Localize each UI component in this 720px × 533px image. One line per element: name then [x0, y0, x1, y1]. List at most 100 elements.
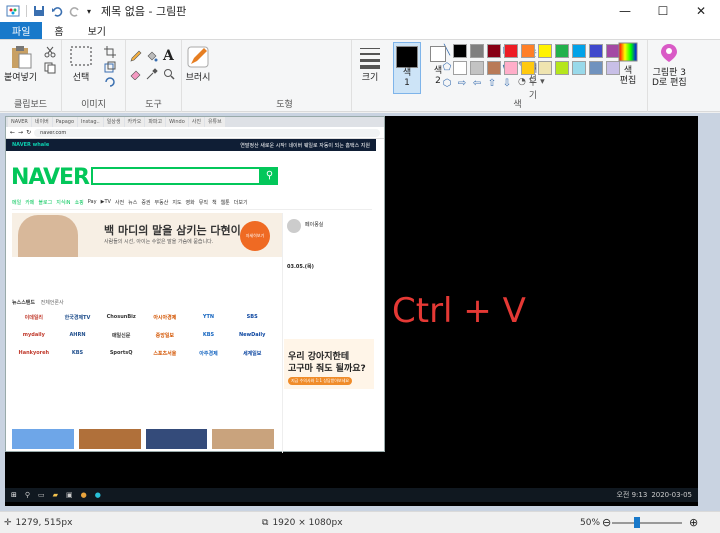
- tab-view[interactable]: 보기: [76, 22, 118, 39]
- naver-menu-item: 뮤직: [198, 200, 208, 206]
- canvas-area[interactable]: NAVER 네이버 Papago Instag.. 일상생 카카오 파파고 Windo 사진 유튜…: [0, 113, 720, 511]
- naver-logo: NAVER: [11, 165, 90, 190]
- color1-label: 색 1: [402, 68, 412, 88]
- paste-button[interactable]: 붙여넣기: [4, 44, 37, 83]
- palette-swatch[interactable]: [555, 44, 569, 58]
- pasted-screenshot[interactable]: NAVER 네이버 Papago Instag.. 일상생 카카오 파파고 Windo 사진 유튜…: [5, 116, 698, 506]
- naver-menu-item: Pay: [87, 199, 97, 205]
- image-dimensions: ⧉ 1920 × 1080px: [262, 518, 343, 528]
- dimensions-text: 1920 × 1080px: [272, 517, 343, 528]
- save-icon[interactable]: [33, 5, 45, 17]
- crop-icon[interactable]: [104, 46, 116, 58]
- newsstand-brand: 아시아경제: [153, 315, 177, 321]
- newsstand-brand: 중앙일보: [155, 333, 175, 339]
- tab-file[interactable]: 파일: [0, 22, 43, 39]
- resize-icon[interactable]: [104, 61, 116, 73]
- clipboard-group: 붙여넣기 클립보드: [0, 40, 62, 112]
- newsstand-brand: mydaily: [22, 332, 45, 338]
- address-bar: ← → ↻ naver.com: [6, 127, 384, 139]
- zoom-in-icon[interactable]: ⊕: [689, 516, 698, 529]
- palette-swatch[interactable]: [504, 44, 518, 58]
- newsstand-brand: YTN: [202, 314, 215, 320]
- tab-home[interactable]: 홈: [42, 22, 75, 39]
- redo-icon[interactable]: [69, 5, 81, 17]
- color2-swatch: [430, 46, 446, 62]
- brush-button[interactable]: 브러시: [185, 44, 211, 83]
- fill-icon[interactable]: [146, 50, 158, 62]
- palette-swatch[interactable]: [470, 44, 484, 58]
- newsstand-brand: KBS: [71, 350, 84, 356]
- zoom-slider-thumb[interactable]: [634, 517, 640, 528]
- paint3d-icon: [661, 44, 678, 62]
- zoom-slider[interactable]: [612, 522, 682, 524]
- whale-message: 연말정산 새로운 시작! 네이버 웨일로 자동이 되는 홈택스 지원: [240, 142, 370, 149]
- palette-swatch[interactable]: [453, 61, 467, 75]
- select-icon: [70, 46, 92, 66]
- banner-child-image: [18, 215, 78, 257]
- color2-button[interactable]: 색 2: [426, 46, 450, 86]
- text-icon[interactable]: A: [163, 48, 174, 64]
- windows-taskbar: ⊞ ⚲ ▭ ▰ ▣ ● ● 오전 9:13 2020-03-05: [5, 488, 698, 502]
- naver-banner: 백 마디의 말을 삼키는 다현이 사람들의 시선, 아이는 수없은 말을 가슴에…: [12, 213, 282, 257]
- banner-subtitle: 사람들의 시선, 아이는 수없은 말을 가슴에 묻습니다.: [104, 239, 214, 245]
- magnifier-icon[interactable]: [163, 68, 175, 80]
- palette-swatch[interactable]: [572, 61, 586, 75]
- palette-swatch[interactable]: [538, 61, 552, 75]
- tray-date: 2020-03-05: [651, 491, 692, 499]
- minimize-button[interactable]: —: [606, 0, 644, 22]
- zoom-out-icon[interactable]: ⊖: [602, 516, 611, 529]
- palette-swatch[interactable]: [453, 44, 467, 58]
- newsstand-brand: ChosunBiz: [106, 314, 136, 320]
- color-picker-icon[interactable]: [146, 68, 158, 80]
- naver-menu-item: 웹툰: [220, 200, 230, 206]
- user-name: 페이몽실: [305, 222, 324, 228]
- customize-qa-icon[interactable]: ▾: [87, 7, 91, 16]
- pencil-icon[interactable]: [130, 50, 142, 62]
- naver-menu-item: 부동산: [154, 200, 169, 206]
- folder-icon: ▰: [52, 491, 59, 499]
- date-text: 03.05.(목): [287, 264, 314, 270]
- edit-colors-button[interactable]: 색 편집: [618, 42, 638, 86]
- newsstand-brand: 아주경제: [199, 351, 218, 357]
- brush-label: 브러시: [185, 73, 211, 83]
- cursor-coords: 1279, 515px: [15, 517, 73, 528]
- naver-page: NAVER whale 연말정산 새로운 시작! 네이버 웨일로 자동이 되는 …: [6, 139, 376, 453]
- palette-swatch[interactable]: [572, 44, 586, 58]
- palette-swatch[interactable]: [538, 44, 552, 58]
- newsstand-brand: SportsQ: [109, 350, 133, 356]
- eraser-icon[interactable]: [130, 68, 142, 80]
- color1-button[interactable]: 색 1: [393, 42, 421, 94]
- palette-swatch[interactable]: [487, 61, 501, 75]
- shapes-group: ╲∿◯▭▢ ⬠△◺◇⬟ ⬡⇨⇦⇧⇩ ✎윤곽선▾ ◔채우기▾ 도형: [218, 40, 545, 112]
- naver-menu: 메일 카페 블로그 지식iN 쇼핑 Pay ▶TV 사전 뉴스 증권 부동산 지도 영화 뮤직 책 웹툰 더보기: [12, 199, 372, 210]
- undo-icon[interactable]: [51, 5, 63, 17]
- store-icon: ▣: [66, 491, 73, 499]
- newsstand-brand: AHRN: [69, 332, 86, 338]
- palette-swatch[interactable]: [555, 61, 569, 75]
- palette-swatch[interactable]: [521, 61, 535, 75]
- palette-swatch[interactable]: [504, 61, 518, 75]
- palette-swatch[interactable]: [487, 44, 501, 58]
- cut-icon[interactable]: [44, 46, 56, 58]
- palette-swatch[interactable]: [470, 61, 484, 75]
- user-avatar: [287, 219, 301, 233]
- palette-swatch[interactable]: [589, 61, 603, 75]
- colors-group-label: 색: [513, 100, 522, 110]
- palette-swatch[interactable]: [589, 44, 603, 58]
- color2-label: 색 2: [433, 66, 443, 86]
- rotate-icon[interactable]: [104, 76, 116, 88]
- maximize-button[interactable]: ☐: [644, 0, 682, 22]
- naver-menu-item: 증권: [141, 200, 151, 206]
- palette-swatch[interactable]: [521, 44, 535, 58]
- close-button[interactable]: ✕: [682, 0, 720, 22]
- naver-menu-item: ▶TV: [100, 199, 111, 205]
- newsstand-header: 뉴스스탠드 전체언론사: [12, 299, 64, 306]
- newsstand-brand: 이데일리: [24, 315, 44, 321]
- size-button[interactable]: 크기: [357, 44, 383, 83]
- paste-label: 붙여넣기: [4, 73, 38, 83]
- copy-icon[interactable]: [44, 62, 56, 74]
- newsstand-brand: Hankyoreh: [18, 350, 50, 356]
- dimensions-icon: ⧉: [262, 517, 269, 528]
- select-button[interactable]: 선택: [68, 44, 94, 83]
- paint3d-button[interactable]: 그림판 3 D로 편집: [652, 42, 687, 88]
